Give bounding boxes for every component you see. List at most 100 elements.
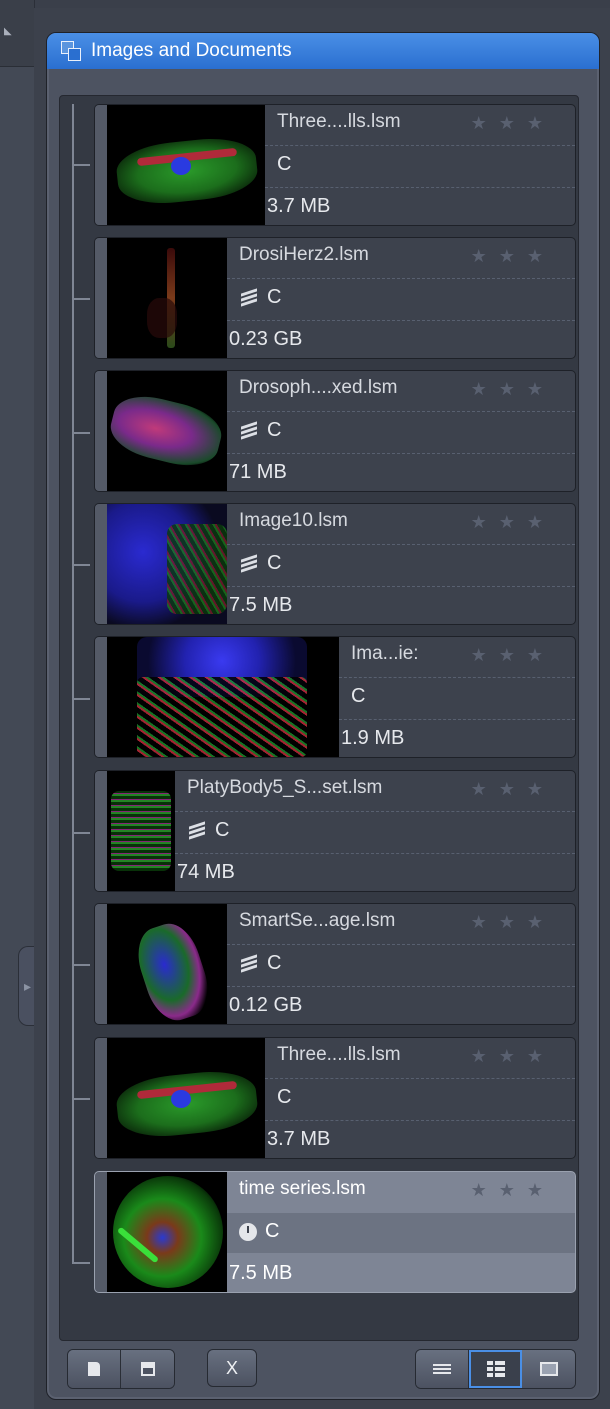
detail-view-icon	[486, 1361, 505, 1377]
rating-stars[interactable]: ★★★	[471, 1180, 555, 1201]
channel-label: C	[239, 286, 281, 311]
document-item[interactable]: Three....lls.lsm ★★★ C 3.7 MB	[94, 104, 576, 226]
file-size: 74 MB	[177, 861, 235, 883]
channel-label: C	[239, 1220, 279, 1243]
z-stack-icon	[239, 953, 261, 977]
document-item[interactable]: PlatyBody5_S...set.lsm ★★★ C 74 MB	[94, 770, 576, 892]
save-icon	[140, 1362, 155, 1376]
tree-branch	[72, 832, 90, 834]
dropdown-arrow-icon[interactable]: ◣	[4, 26, 12, 37]
z-stack-icon	[187, 820, 209, 844]
file-button-group	[67, 1349, 175, 1389]
list-view-icon	[433, 1362, 451, 1376]
file-name: Drosoph....xed.lsm	[239, 377, 398, 398]
file-name: PlatyBody5_S...set.lsm	[187, 777, 383, 798]
channel-label: C	[277, 153, 292, 175]
chevron-right-icon: ▸	[23, 977, 32, 994]
item-info: Three....lls.lsm ★★★ C 3.7 MB	[265, 1038, 575, 1158]
left-rail: ◣ ▸	[0, 0, 36, 1409]
item-info: Three....lls.lsm ★★★ C 3.7 MB	[265, 105, 575, 225]
channel-label: C	[277, 1086, 292, 1108]
left-rail-top: ◣	[0, 0, 34, 67]
new-document-icon	[88, 1362, 100, 1376]
document-list[interactable]: Three....lls.lsm ★★★ C 3.7 MB DrosiHerz2…	[59, 95, 579, 1341]
rating-stars[interactable]: ★★★	[471, 379, 555, 400]
file-name: Ima...ie:	[351, 643, 419, 664]
file-size: 71 MB	[229, 461, 287, 483]
file-size: 7.5 MB	[229, 1262, 293, 1284]
panel-title: Images and Documents	[91, 40, 292, 61]
thumbnail-image	[107, 238, 227, 358]
z-stack-icon	[239, 420, 261, 444]
save-button[interactable]	[121, 1350, 174, 1388]
document-item[interactable]: Three....lls.lsm ★★★ C 3.7 MB	[94, 1037, 576, 1159]
item-info: Drosoph....xed.lsm ★★★ C 71 MB	[227, 371, 575, 491]
document-item[interactable]: Ima...ie: ★★★ C 1.9 MB	[94, 636, 576, 758]
document-item-selected[interactable]: time series.lsm ★★★ C 7.5 MB	[94, 1171, 576, 1293]
document-item[interactable]: DrosiHerz2.lsm ★★★ C 0.23 GB	[94, 237, 576, 359]
panel-toolbar: X	[59, 1349, 577, 1389]
file-size: 1.9 MB	[341, 727, 405, 749]
item-info: time series.lsm ★★★ C 7.5 MB	[227, 1172, 575, 1292]
tree-branch	[72, 432, 90, 434]
rating-stars[interactable]: ★★★	[471, 246, 555, 267]
channel-label: C	[187, 819, 229, 844]
tree-branch	[72, 1098, 90, 1100]
item-info: SmartSe...age.lsm ★★★ C 0.12 GB	[227, 904, 575, 1024]
gallery-view-icon	[539, 1362, 558, 1376]
rating-stars[interactable]: ★★★	[471, 912, 555, 933]
channel-label: C	[239, 952, 281, 977]
document-item[interactable]: Drosoph....xed.lsm ★★★ C 71 MB	[94, 370, 576, 492]
close-label: X	[225, 1357, 238, 1378]
file-name: time series.lsm	[239, 1178, 366, 1199]
document-item[interactable]: Image10.lsm ★★★ C 7.5 MB	[94, 503, 576, 625]
file-name: SmartSe...age.lsm	[239, 910, 396, 931]
channel-label: C	[239, 419, 281, 444]
tree-line	[72, 104, 74, 1264]
rating-stars[interactable]: ★★★	[471, 113, 555, 134]
item-info: DrosiHerz2.lsm ★★★ C 0.23 GB	[227, 238, 575, 358]
thumbnail-image	[107, 1038, 265, 1158]
rating-stars[interactable]: ★★★	[471, 1046, 555, 1067]
thumbnail-image	[107, 371, 227, 491]
thumbnail-image	[107, 105, 265, 225]
images-documents-icon	[61, 41, 81, 61]
thumbnail-image	[107, 904, 227, 1024]
rating-stars[interactable]: ★★★	[471, 512, 555, 533]
rating-stars[interactable]: ★★★	[471, 645, 555, 666]
file-size: 3.7 MB	[267, 195, 331, 217]
z-stack-icon	[239, 553, 261, 577]
thumbnail-image	[107, 504, 227, 624]
detail-view-button[interactable]	[469, 1350, 522, 1388]
tree-branch	[72, 698, 90, 700]
file-name: DrosiHerz2.lsm	[239, 244, 369, 265]
channel-label: C	[351, 685, 366, 707]
file-size: 0.12 GB	[229, 994, 303, 1016]
view-mode-group	[415, 1349, 576, 1389]
channel-label: C	[239, 552, 281, 577]
thumbnail-image	[107, 771, 175, 891]
list-view-button[interactable]	[416, 1350, 469, 1388]
new-document-button[interactable]	[68, 1350, 121, 1388]
file-name: Three....lls.lsm	[277, 1044, 401, 1065]
z-stack-icon	[239, 287, 261, 311]
document-item[interactable]: SmartSe...age.lsm ★★★ C 0.12 GB	[94, 903, 576, 1025]
file-size: 3.7 MB	[267, 1128, 331, 1150]
file-size: 0.23 GB	[229, 328, 303, 350]
close-document-button[interactable]: X	[207, 1349, 257, 1387]
file-name: Image10.lsm	[239, 510, 348, 531]
tree-branch	[72, 298, 90, 300]
tree-end	[72, 1262, 90, 1264]
images-documents-panel: Images and Documents Three....lls.lsm ★★…	[46, 32, 600, 1400]
gallery-view-button[interactable]	[522, 1350, 575, 1388]
tree-branch	[72, 564, 90, 566]
panel-header[interactable]: Images and Documents	[47, 33, 599, 69]
time-series-icon	[239, 1222, 257, 1241]
item-info: Ima...ie: ★★★ C 1.9 MB	[339, 637, 575, 757]
file-size: 7.5 MB	[229, 594, 293, 616]
tree-branch	[72, 964, 90, 966]
rating-stars[interactable]: ★★★	[471, 779, 555, 800]
file-name: Three....lls.lsm	[277, 111, 401, 132]
thumbnail-image	[107, 1172, 227, 1292]
thumbnail-image	[107, 637, 339, 757]
